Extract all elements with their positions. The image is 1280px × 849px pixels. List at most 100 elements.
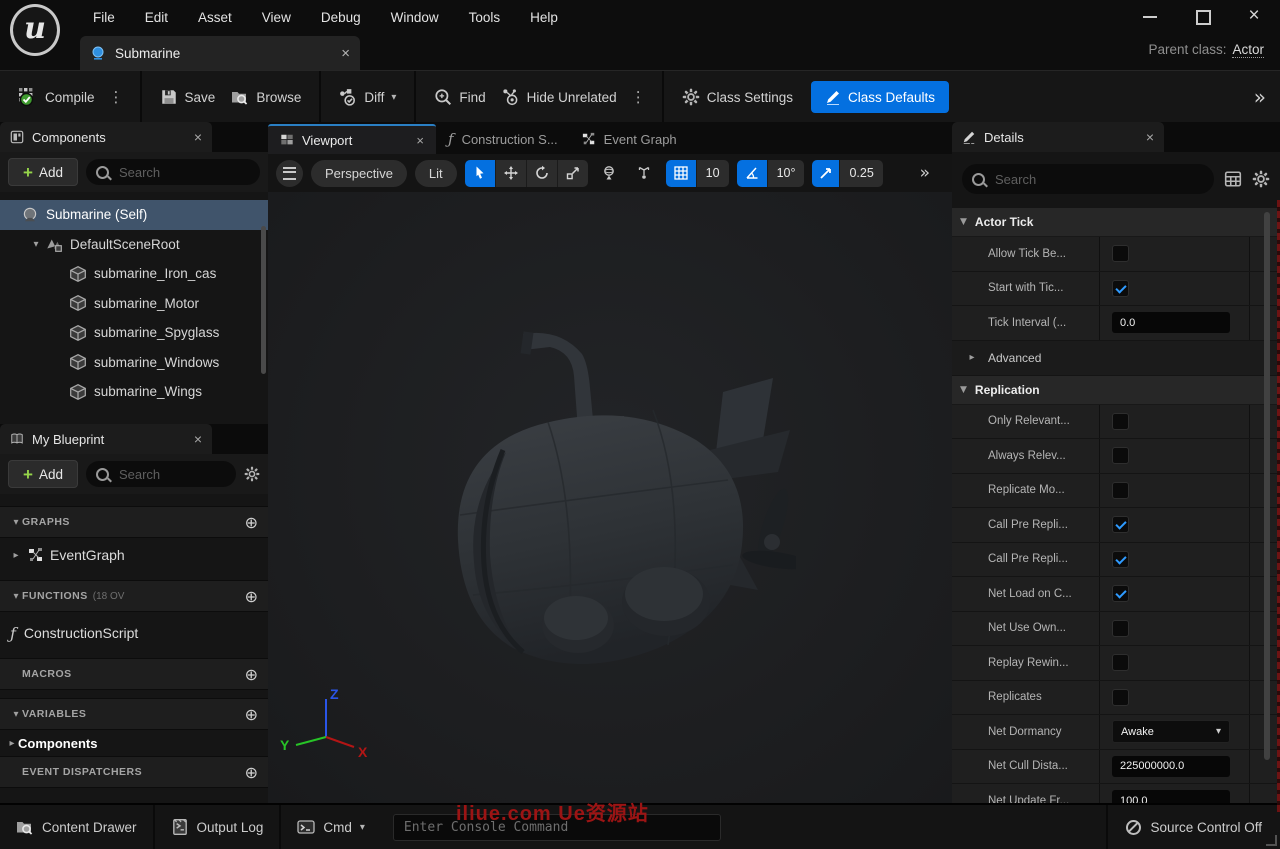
output-log-button[interactable]: Output Log (155, 805, 282, 849)
lit-dropdown[interactable]: Lit (415, 160, 457, 187)
add-function-icon[interactable]: ⊕ (245, 587, 258, 606)
menu-tools[interactable]: Tools (454, 10, 516, 25)
checkbox-allow-tick-be[interactable] (1112, 245, 1129, 262)
my-blueprint-tab-close-icon[interactable]: × (168, 431, 202, 447)
maximize-button[interactable] (1194, 8, 1210, 24)
checkbox-replay-rewin[interactable] (1112, 654, 1129, 671)
details-search-input[interactable] (993, 171, 1204, 188)
construction-script-row[interactable]: ƒ ConstructionScript (0, 616, 268, 650)
scale-snap-value[interactable]: 0.25 (840, 160, 882, 187)
scale-snap-toggle[interactable] (812, 160, 840, 187)
perspective-dropdown[interactable]: Perspective (311, 160, 407, 187)
value-field-net-cull-dista[interactable]: 225000000.0 (1112, 756, 1230, 777)
property-matrix-icon[interactable] (1224, 170, 1242, 188)
dropdown-net-dormancy[interactable]: Awake▾ (1112, 720, 1230, 743)
rotation-snap-value[interactable]: 10° (768, 160, 805, 187)
graphs-section-header[interactable]: ▾ GRAPHS ⊕ (0, 506, 268, 538)
components-scrollbar[interactable] (261, 226, 266, 374)
tree-item-submarine-motor[interactable]: submarine_Motor (0, 289, 268, 319)
variables-components-category-row[interactable]: ▸ Components (0, 730, 268, 756)
hide-unrelated-button[interactable]: Hide Unrelated (494, 82, 625, 112)
checkbox-replicates[interactable] (1112, 689, 1129, 706)
menu-window[interactable]: Window (376, 10, 454, 25)
viewport-options-button[interactable] (276, 160, 303, 187)
checkbox-always-relev[interactable] (1112, 447, 1129, 464)
checkbox-net-load-on-c[interactable] (1112, 585, 1129, 602)
menu-view[interactable]: View (247, 10, 306, 25)
add-variable-icon[interactable]: ⊕ (245, 705, 258, 724)
tree-item-submarine-spyglass[interactable]: submarine_Spyglass (0, 318, 268, 348)
details-tab-close-icon[interactable]: × (1120, 129, 1154, 145)
tab-my-blueprint[interactable]: My Blueprint × (0, 424, 212, 454)
functions-section-header[interactable]: ▾ FUNCTIONS (18 OV ⊕ (0, 580, 268, 612)
section-actor-tick[interactable]: ▼Actor Tick (952, 208, 1280, 236)
expand-arrow-icon[interactable]: ▸ (6, 738, 18, 749)
components-tab-close-icon[interactable]: × (168, 129, 202, 145)
expand-arrow-icon[interactable]: ▾ (30, 239, 42, 250)
menu-help[interactable]: Help (515, 10, 573, 25)
cmd-button[interactable]: Cmd ▾ (281, 805, 381, 849)
compile-button[interactable]: Compile (10, 81, 103, 113)
event-dispatchers-section-header[interactable]: EVENT DISPATCHERS ⊕ (0, 756, 268, 788)
toolbar-overflow-chevron-icon[interactable]: » (1254, 85, 1280, 109)
details-scrollbar[interactable] (1264, 212, 1270, 760)
tree-item-submarine-iron-cas[interactable]: submarine_Iron_cas (0, 259, 268, 289)
expander-advanced[interactable]: ▸Advanced (952, 341, 1280, 376)
components-search-input[interactable] (117, 164, 250, 181)
viewport-3d[interactable]: Z Y X (268, 192, 952, 805)
unreal-logo-icon[interactable]: u (10, 4, 60, 56)
submarine-model[interactable] (428, 330, 796, 675)
hide-unrelated-options-icon[interactable]: ⋮ (625, 88, 652, 106)
class-defaults-button[interactable]: Class Defaults (811, 81, 949, 113)
value-field-tick-interval[interactable]: 0.0 (1112, 312, 1230, 333)
my-blueprint-settings-gear-icon[interactable] (244, 466, 260, 482)
variables-section-header[interactable]: ▾ VARIABLES ⊕ (0, 698, 268, 730)
rotation-snap-toggle[interactable] (737, 160, 768, 187)
expand-arrow-icon[interactable]: ▸ (10, 550, 22, 561)
menu-debug[interactable]: Debug (306, 10, 376, 25)
select-tool-button[interactable] (465, 160, 496, 187)
asset-tab-close-icon[interactable]: × (341, 45, 350, 62)
surface-snap-button[interactable] (631, 160, 658, 187)
source-control-status[interactable]: Source Control Off (1106, 805, 1280, 849)
parent-class-link[interactable]: Actor (1232, 42, 1264, 58)
asset-tab-submarine[interactable]: Submarine × (80, 36, 360, 70)
tab-viewport[interactable]: Viewport × (268, 124, 436, 154)
class-settings-button[interactable]: Class Settings (674, 82, 801, 112)
move-tool-button[interactable] (496, 160, 527, 187)
grid-snap-toggle[interactable] (666, 160, 697, 187)
compile-options-icon[interactable]: ⋮ (103, 88, 130, 106)
my-blueprint-search-input[interactable] (117, 466, 226, 483)
add-graph-icon[interactable]: ⊕ (245, 513, 258, 532)
save-button[interactable]: Save (152, 82, 224, 112)
rotate-tool-button[interactable] (527, 160, 558, 187)
menu-file[interactable]: File (78, 10, 130, 25)
macros-section-header[interactable]: MACROS ⊕ (0, 658, 268, 690)
components-search[interactable] (86, 159, 260, 185)
tree-item-submarine-self-[interactable]: Submarine (Self) (0, 200, 268, 230)
grid-snap-value[interactable]: 10 (697, 160, 729, 187)
tab-event-graph[interactable]: Event Graph (570, 124, 689, 154)
content-drawer-button[interactable]: Content Drawer (0, 805, 155, 849)
menu-asset[interactable]: Asset (183, 10, 247, 25)
menu-edit[interactable]: Edit (130, 10, 183, 25)
tree-item-defaultsceneroot[interactable]: ▾DefaultSceneRoot (0, 230, 268, 260)
scale-tool-button[interactable] (558, 160, 588, 187)
tab-details[interactable]: Details × (952, 122, 1164, 152)
add-macro-icon[interactable]: ⊕ (245, 665, 258, 684)
checkbox-call-pre-repli[interactable] (1112, 551, 1129, 568)
tab-construction-script[interactable]: ƒ Construction S... (436, 124, 570, 154)
add-event-dispatcher-icon[interactable]: ⊕ (245, 763, 258, 782)
my-blueprint-search[interactable] (86, 461, 236, 487)
checkbox-net-use-own[interactable] (1112, 620, 1129, 637)
components-add-button[interactable]: + Add (8, 158, 78, 186)
browse-button[interactable]: Browse (223, 82, 309, 112)
resize-grip[interactable] (1266, 835, 1277, 846)
expand-arrow-icon[interactable]: ▸ (966, 352, 978, 363)
minimize-button[interactable] (1142, 8, 1158, 24)
tab-components[interactable]: Components × (0, 122, 212, 152)
close-window-button[interactable]: × (1246, 8, 1262, 24)
details-search[interactable] (962, 164, 1214, 194)
event-graph-row[interactable]: ▸ EventGraph (0, 538, 268, 572)
diff-button[interactable]: Diff ▾ (331, 82, 404, 112)
